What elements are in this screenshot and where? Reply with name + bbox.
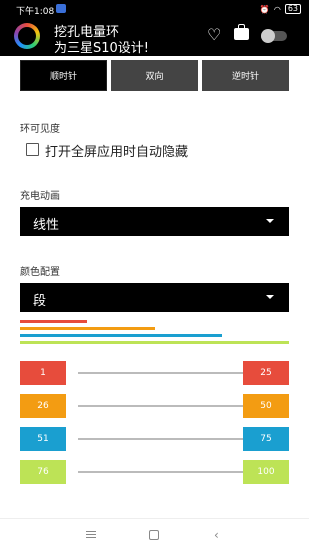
master-toggle[interactable] [261,29,287,43]
color-config-value: 段 [33,294,47,309]
toggle-knob [261,29,275,43]
charge-anim-select[interactable]: 线性 [20,207,289,236]
range-start-box[interactable]: 76 [20,460,66,484]
color-preview-bar [20,327,155,330]
fullscreen-hide-label[interactable]: 打开全屏应用时自动隐藏 [45,141,188,160]
app-title-line2: 为三星S10设计! [54,41,150,56]
charge-anim-value: 线性 [33,218,60,233]
system-nav-bar: ‹ [0,518,309,551]
range-start-box[interactable]: 1 [20,361,66,385]
direction-counterclockwise-button[interactable]: 逆时针 [202,60,289,91]
dropdown-arrow-icon [266,219,274,223]
notification-icon [56,4,66,13]
color-config-select[interactable]: 段 [20,283,289,312]
range-start-box[interactable]: 51 [20,427,66,451]
color-preview-bar [20,320,87,323]
range-end-box[interactable]: 75 [243,427,289,451]
color-preview-bar [20,341,289,344]
range-slider-track[interactable] [78,438,259,440]
range-end-box[interactable]: 50 [243,394,289,418]
direction-bidirectional-button[interactable]: 双向 [111,60,198,91]
visibility-section-label: 环可见度 [20,124,60,135]
color-config-section-label: 颜色配置 [20,267,60,278]
status-time: 下午1:08 [16,7,55,17]
range-end-box[interactable]: 100 [243,460,289,484]
battery-icon: 63 [284,4,301,14]
color-preview-bar [20,334,222,337]
charge-anim-section-label: 充电动画 [20,191,60,202]
alarm-icon: ⏰ [259,4,270,14]
status-icons: ⏰ ◠ 63 [260,4,301,14]
range-slider-track[interactable] [78,405,259,407]
range-start-box[interactable]: 26 [20,394,66,418]
app-bar: 挖孔电量环 为三星S10设计! ♡ [0,18,309,56]
back-icon[interactable]: ‹ [214,528,219,542]
home-icon[interactable] [149,530,159,540]
shop-bag-icon[interactable] [234,24,249,40]
status-bar: 下午1:08 ⏰ ◠ 63 [0,0,309,18]
menu-icon[interactable] [86,531,96,540]
fullscreen-hide-checkbox[interactable] [26,143,39,156]
app-logo-icon [14,23,40,49]
range-end-box[interactable]: 25 [243,361,289,385]
range-slider-track[interactable] [78,471,259,473]
direction-clockwise-button[interactable]: 顺时针 [20,60,107,91]
dropdown-arrow-icon [266,295,274,299]
range-slider-track[interactable] [78,372,259,374]
heart-icon[interactable]: ♡ [207,27,221,43]
wifi-icon: ◠ [273,4,281,14]
